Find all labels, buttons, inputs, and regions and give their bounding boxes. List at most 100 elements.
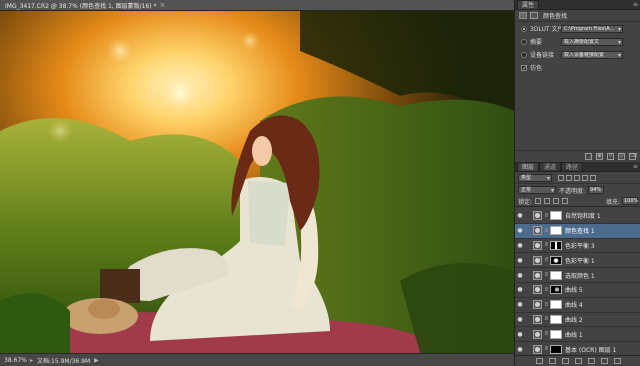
- layer-mask-thumbnail[interactable]: [550, 270, 562, 280]
- layer-name[interactable]: 颜色查找 1: [565, 226, 595, 235]
- eye-icon[interactable]: ●: [515, 331, 525, 338]
- play-icon[interactable]: ▶: [94, 357, 99, 364]
- view-previous-icon[interactable]: ◉: [596, 153, 603, 160]
- blend-mode-select[interactable]: 正常: [518, 186, 556, 194]
- layer-row[interactable]: ● 8 选取颜色 1: [515, 268, 640, 283]
- filter-adjustment-icon[interactable]: [566, 174, 572, 181]
- filter-pixel-icon[interactable]: [558, 174, 564, 181]
- filter-type-icon[interactable]: [574, 174, 580, 181]
- new-layer-icon[interactable]: [600, 358, 608, 364]
- layer-row[interactable]: ● 8 颜色查找 1: [515, 223, 640, 239]
- layer-mask-thumbnail[interactable]: [550, 344, 562, 354]
- tab-properties[interactable]: 属性: [517, 0, 540, 9]
- layer-row[interactable]: ● 8 色彩平衡 3: [515, 239, 640, 254]
- layer-row[interactable]: ● 8 色彩平衡 1: [515, 253, 640, 269]
- layer-mask-thumbnail[interactable]: [550, 314, 562, 324]
- eye-icon[interactable]: ●: [515, 316, 525, 323]
- abstract-select[interactable]: 载入摘要配置文: [561, 37, 623, 46]
- fill-field[interactable]: 100%: [622, 197, 638, 205]
- device-link-select[interactable]: 载入设备链接配置: [561, 50, 623, 59]
- tab-channels[interactable]: 通道: [539, 162, 562, 171]
- adjustment-thumbnail[interactable]: [533, 285, 542, 295]
- eye-icon[interactable]: ●: [515, 257, 525, 264]
- filter-smart-icon[interactable]: [590, 174, 596, 181]
- delete-icon[interactable]: ⌫: [629, 153, 637, 160]
- close-icon[interactable]: ×: [160, 1, 166, 9]
- filter-shape-icon[interactable]: [582, 174, 588, 181]
- layer-name[interactable]: 色彩平衡 3: [565, 241, 595, 250]
- layer-row[interactable]: ● 8 曲线 5: [515, 283, 640, 298]
- adjustment-thumbnail[interactable]: [533, 240, 542, 250]
- layer-mask-thumbnail[interactable]: [550, 329, 562, 339]
- adjustment-thumbnail[interactable]: [533, 344, 542, 354]
- document-tab[interactable]: IMG_3417.CR2 @ 38.7% (颜色查找 1, 图层蒙版/16) *…: [0, 0, 514, 11]
- layer-name[interactable]: 曲线 5: [565, 285, 583, 294]
- trash-icon[interactable]: [613, 358, 621, 364]
- dither-checkbox[interactable]: ✓: [521, 64, 527, 71]
- link-icon[interactable]: 8: [544, 213, 549, 219]
- eye-icon[interactable]: ●: [515, 346, 525, 353]
- lock-transparent-icon[interactable]: [535, 198, 542, 204]
- layer-name[interactable]: 曲线 4: [565, 300, 583, 309]
- link-icon[interactable]: 8: [544, 242, 549, 248]
- adjustment-thumbnail[interactable]: [533, 314, 542, 324]
- link-icon[interactable]: 8: [544, 257, 549, 263]
- layer-style-icon[interactable]: [548, 358, 556, 364]
- layer-name[interactable]: 色彩平衡 1: [565, 256, 595, 265]
- panel-menu-icon[interactable]: ≡: [633, 1, 638, 8]
- layer-name[interactable]: 选取颜色 1: [565, 271, 595, 280]
- link-icon[interactable]: 8: [544, 287, 549, 293]
- link-layers-icon[interactable]: [535, 358, 543, 364]
- panel-menu-icon[interactable]: ≡: [633, 163, 638, 170]
- add-mask-icon[interactable]: [561, 358, 569, 364]
- eye-icon[interactable]: ●: [515, 272, 525, 279]
- clip-to-layer-icon[interactable]: ⬚: [585, 153, 592, 160]
- lut-file-radio[interactable]: [521, 25, 527, 32]
- new-group-icon[interactable]: [587, 358, 595, 364]
- eye-icon[interactable]: ●: [515, 212, 525, 219]
- layer-row[interactable]: ● 8 曲线 4: [515, 298, 640, 313]
- layer-row[interactable]: ● 8 自然饱和度 1: [515, 209, 640, 224]
- canvas[interactable]: [0, 11, 514, 353]
- layer-name[interactable]: 曲线 1: [565, 330, 583, 339]
- layer-row[interactable]: ● 8 曲线 1: [515, 327, 640, 343]
- zoom-level[interactable]: 38.67%: [4, 357, 28, 364]
- device-link-radio[interactable]: [521, 51, 527, 58]
- reset-icon[interactable]: ↺: [607, 153, 614, 160]
- layer-row[interactable]: ● 8 基本 (OCR) 图层 1: [515, 342, 640, 354]
- eye-icon[interactable]: ●: [515, 301, 525, 308]
- opacity-field[interactable]: 94%: [588, 186, 605, 194]
- layer-mask-thumbnail[interactable]: [550, 300, 562, 310]
- mask-icon[interactable]: [530, 12, 538, 19]
- lock-pixels-icon[interactable]: [544, 198, 551, 204]
- lut-file-select[interactable]: C:\Program Files\A...: [561, 24, 623, 33]
- visibility-icon[interactable]: ◎: [618, 153, 625, 160]
- adjustment-thumbnail[interactable]: [533, 211, 542, 221]
- link-icon[interactable]: 8: [544, 302, 549, 308]
- lock-all-icon[interactable]: [562, 198, 569, 204]
- link-icon[interactable]: 8: [544, 228, 549, 234]
- layer-mask-thumbnail[interactable]: [550, 285, 562, 295]
- link-icon[interactable]: 8: [544, 346, 549, 352]
- adjustment-thumbnail[interactable]: [533, 300, 542, 310]
- layer-mask-thumbnail[interactable]: [550, 255, 562, 265]
- eye-icon[interactable]: ●: [515, 242, 525, 249]
- layer-name[interactable]: 基本 (OCR) 图层 1: [565, 345, 616, 354]
- layer-mask-thumbnail[interactable]: [550, 240, 562, 250]
- layer-filter-select[interactable]: 类型: [518, 173, 552, 182]
- link-icon[interactable]: 8: [544, 272, 549, 278]
- tab-layers[interactable]: 图层: [517, 162, 540, 171]
- lock-position-icon[interactable]: [553, 198, 560, 204]
- abstract-radio[interactable]: [521, 38, 527, 45]
- tab-paths[interactable]: 路径: [561, 162, 584, 171]
- link-icon[interactable]: 8: [544, 331, 549, 337]
- adjustment-thumbnail[interactable]: [533, 329, 542, 339]
- layer-row[interactable]: ● 8 曲线 2: [515, 313, 640, 328]
- adjustment-thumbnail[interactable]: [533, 255, 542, 265]
- new-adjustment-icon[interactable]: [574, 358, 582, 364]
- layer-mask-thumbnail[interactable]: [550, 211, 562, 221]
- eye-icon[interactable]: ●: [515, 227, 525, 234]
- adjustment-thumbnail[interactable]: [533, 270, 542, 280]
- layer-name[interactable]: 自然饱和度 1: [565, 211, 601, 220]
- link-icon[interactable]: 8: [544, 316, 549, 322]
